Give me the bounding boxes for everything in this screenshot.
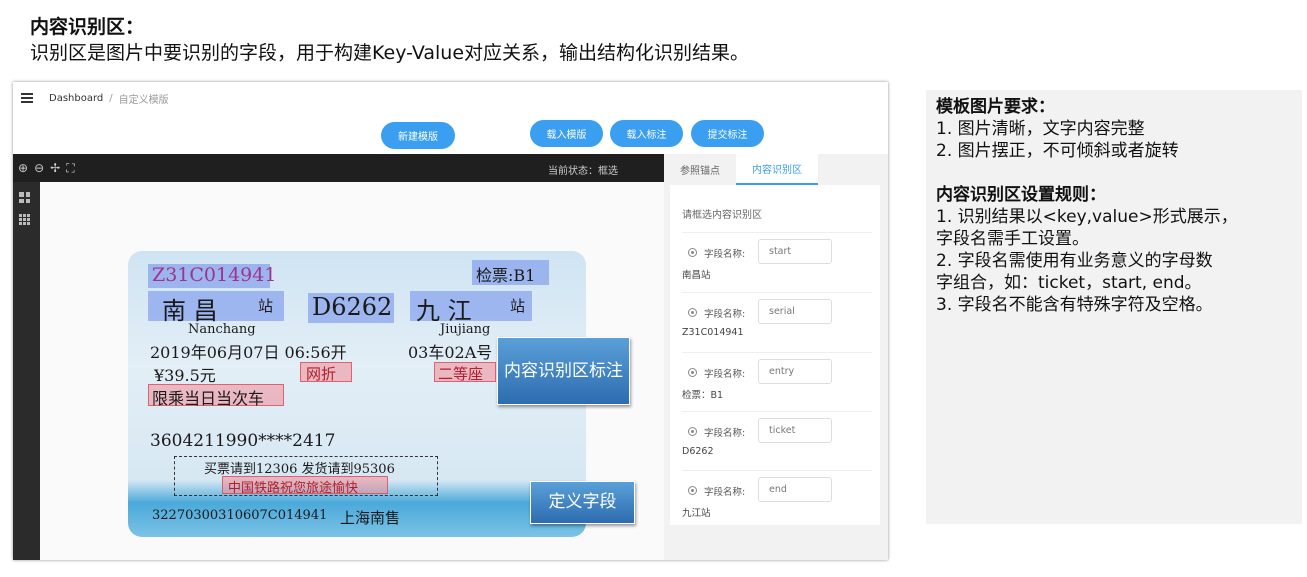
field-name-label: 字段名称: — [704, 249, 746, 260]
requirements-title: 模板图片要求： — [936, 97, 1055, 117]
app-window: Dashboard / 自定义模版 新建模版 载入模版 载入标注 提交标注 ⊕ … — [13, 82, 888, 560]
field-value: Z31C014941 — [682, 327, 744, 338]
rule-line: 2. 字段名需使用有业务意义的字母数 — [936, 251, 1213, 271]
field-value: 检票：B1 — [682, 390, 724, 401]
submit-annotation-button[interactable]: 提交标注 — [691, 120, 764, 147]
apps-icon[interactable] — [19, 214, 30, 225]
field-name-label: 字段名称: — [704, 369, 746, 380]
ticket-to-suffix: 站 — [510, 297, 526, 315]
ticket-id-number: 3604211990****2417 — [150, 431, 336, 451]
ticket-from-pinyin: Nanchang — [188, 322, 256, 337]
fullscreen-icon[interactable]: ⛶ — [66, 161, 74, 176]
ticket-date: 2019年06月07日 06:56开 — [150, 343, 347, 362]
requirements-box: 模板图片要求： 1. 图片清晰，文字内容完整 2. 图片摆正，不可倾斜或者旋转 … — [926, 90, 1302, 524]
ticket-to-city: 九 江 — [416, 297, 472, 325]
panel-hint: 请框选内容识别区 — [682, 210, 762, 221]
ticket-hotline: 买票请到12306 发货请到95306 — [204, 462, 395, 477]
slide-heading: 内容识别区： — [30, 16, 145, 38]
tab-content-regions[interactable]: 内容识别区 — [736, 154, 818, 185]
ticket-seat-class: 二等座 — [438, 365, 484, 383]
radio-icon[interactable] — [688, 308, 697, 317]
field-name-input[interactable]: start — [758, 239, 832, 264]
panel-tabs: 参照锚点 内容识别区 — [664, 154, 888, 185]
ticket-restriction: 限乘当日当次车 — [152, 389, 265, 408]
field-panel: 参照锚点 内容识别区 请框选内容识别区 字段名称: start 南昌站 字段名称… — [664, 154, 888, 560]
ticket-train-number: D6262 — [312, 293, 393, 321]
requirement-item: 2. 图片摆正，不可倾斜或者旋转 — [936, 141, 1179, 161]
toolbar: 新建模版 载入模版 载入标注 提交标注 — [13, 114, 888, 154]
radio-icon[interactable] — [688, 427, 697, 436]
field-row: 字段名称: entry 检票：B1 — [682, 352, 872, 410]
ticket-station: 上海南售 — [340, 509, 401, 527]
breadcrumb-current: 自定义模版 — [118, 94, 169, 106]
ticket-serial: Z31C014941 — [152, 264, 277, 286]
field-name-input[interactable]: entry — [758, 359, 832, 384]
radio-icon[interactable] — [688, 368, 697, 377]
new-template-button[interactable]: 新建模版 — [381, 122, 455, 149]
rule-line: 1. 识别结果以<key,value>形式展示， — [936, 207, 1238, 227]
field-name-label: 字段名称: — [704, 487, 746, 498]
callout-area-label: 内容识别区标注 — [497, 337, 630, 405]
field-name-input[interactable]: ticket — [758, 418, 832, 443]
ticket-bottom-code: 32270300310607C014941 — [152, 508, 328, 523]
image-viewer: ⊕ ⊖ ✢ ⛶ 当前状态：框选 Z31C014941 检票:B1 南 昌 站 D… — [13, 154, 664, 560]
radio-icon[interactable] — [688, 486, 697, 495]
field-value: D6262 — [682, 446, 714, 457]
ticket-from-city: 南 昌 — [162, 297, 218, 325]
field-row: 字段名称: serial Z31C014941 — [682, 292, 872, 350]
ticket-seat: 03车02A号 — [408, 343, 493, 362]
move-icon[interactable]: ✢ — [50, 161, 60, 176]
breadcrumb-home[interactable]: Dashboard — [49, 93, 103, 104]
rule-line: 字段名需手工设置。 — [936, 229, 1089, 249]
viewer-status: 当前状态：框选 — [548, 166, 618, 177]
ticket-to-pinyin: Jiujiang — [440, 322, 491, 337]
field-name-input[interactable]: serial — [758, 299, 832, 324]
ticket-slogan: 中国铁路祝您旅途愉快 — [228, 481, 359, 496]
rule-line: 字组合，如：ticket，start, end。 — [936, 273, 1202, 293]
field-value: 南昌站 — [682, 270, 711, 281]
breadcrumb-separator: / — [109, 92, 113, 104]
callout-field-label: 定义字段 — [530, 481, 635, 524]
grid-icon[interactable] — [19, 192, 30, 203]
field-row: 字段名称: end 九江站 — [682, 470, 872, 528]
viewer-side-strip — [13, 182, 40, 560]
field-row: 字段名称: start 南昌站 — [682, 232, 872, 290]
field-name-input[interactable]: end — [758, 477, 832, 502]
ticket-discount: 网折 — [306, 365, 337, 383]
menu-icon[interactable] — [21, 93, 33, 103]
ticket-entry: 检票:B1 — [476, 266, 536, 285]
field-row: 字段名称: ticket D6262 — [682, 411, 872, 469]
field-name-label: 字段名称: — [704, 428, 746, 439]
field-name-label: 字段名称: — [704, 309, 746, 320]
rule-line: 3. 字段名不能含有特殊字符及空格。 — [936, 295, 1213, 315]
field-value: 九江站 — [682, 508, 711, 519]
viewer-toolbar: ⊕ ⊖ ✢ ⛶ 当前状态：框选 — [13, 154, 664, 182]
ticket-from-suffix: 站 — [258, 297, 274, 315]
rules-title: 内容识别区设置规则： — [936, 185, 1106, 205]
load-template-button[interactable]: 载入模版 — [530, 120, 603, 147]
radio-icon[interactable] — [688, 248, 697, 257]
requirement-item: 1. 图片清晰，文字内容完整 — [936, 119, 1145, 139]
zoom-in-icon[interactable]: ⊕ — [18, 161, 28, 176]
ticket-price: ¥39.5元 — [154, 366, 216, 385]
panel-body: 请框选内容识别区 字段名称: start 南昌站 字段名称: serial Z3… — [670, 185, 880, 525]
top-bar: Dashboard / 自定义模版 — [13, 82, 888, 114]
load-annotation-button[interactable]: 载入标注 — [610, 120, 683, 147]
slide-subheading: 识别区是图片中要识别的字段，用于构建Key-Value对应关系，输出结构化识别结… — [30, 42, 750, 64]
annotation-canvas[interactable]: Z31C014941 检票:B1 南 昌 站 D6262 九 江 站 Nanch… — [40, 182, 664, 560]
zoom-out-icon[interactable]: ⊖ — [34, 161, 44, 176]
tab-anchor-points[interactable]: 参照锚点 — [664, 154, 736, 185]
